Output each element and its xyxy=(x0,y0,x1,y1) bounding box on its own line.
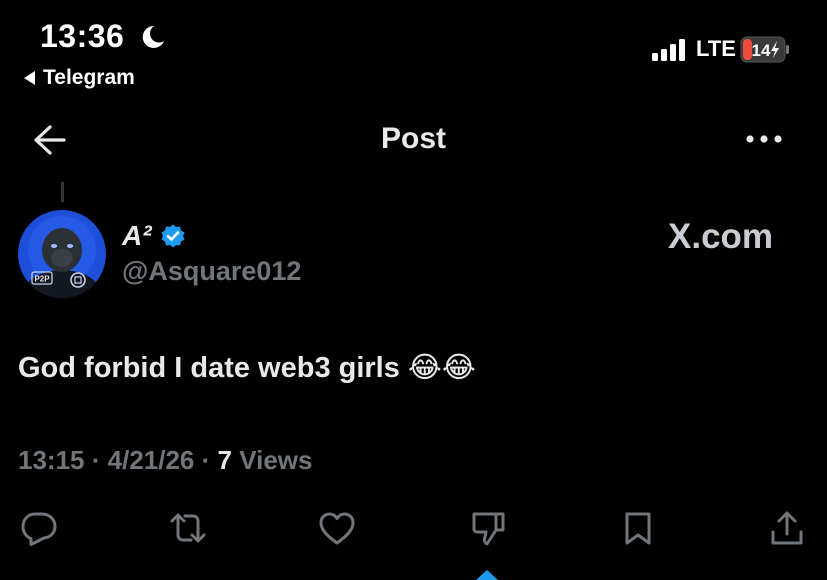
thread-connector-line xyxy=(61,182,64,202)
tab-indicator-caret xyxy=(476,570,498,580)
share-icon xyxy=(771,511,803,545)
back-to-telegram[interactable]: Telegram xyxy=(24,66,135,90)
like-button[interactable] xyxy=(318,509,356,547)
display-name-text: A² xyxy=(122,220,152,251)
heart-icon xyxy=(319,512,355,545)
repost-button[interactable] xyxy=(169,509,207,547)
thumbs-down-icon xyxy=(472,512,505,546)
post-date[interactable]: 4/21/26 xyxy=(108,445,195,475)
x-com-watermark: X.com xyxy=(668,217,774,256)
page-title: Post xyxy=(380,122,446,155)
repost-icon xyxy=(170,513,206,543)
back-triangle-icon xyxy=(24,71,35,85)
meta-separator: · xyxy=(201,445,211,475)
author-handle[interactable]: @Asquare012 xyxy=(122,256,301,287)
more-options-icon[interactable] xyxy=(745,132,783,146)
network-type: LTE xyxy=(696,36,736,61)
post-text: God forbid I date web3 girls 😂😂 xyxy=(18,352,476,384)
share-button[interactable] xyxy=(768,509,806,547)
post-time[interactable]: 13:15 xyxy=(18,445,85,475)
meta-separator: · xyxy=(91,445,101,475)
post-meta: 13:15 · 4/21/26 · 7 Views xyxy=(18,445,312,476)
battery-icon: 14 xyxy=(740,36,790,63)
verified-badge-icon xyxy=(161,224,185,248)
back-app-label: Telegram xyxy=(43,66,135,89)
avatar[interactable]: P2P xyxy=(18,210,106,298)
bookmark-icon xyxy=(625,512,651,545)
signal-icon xyxy=(652,39,685,61)
dislike-button[interactable] xyxy=(469,509,507,547)
status-time: 13:36 xyxy=(40,18,125,54)
views-count: 7 xyxy=(217,445,232,475)
views-label: Views xyxy=(239,445,313,475)
reply-button[interactable] xyxy=(20,509,58,547)
bookmark-button[interactable] xyxy=(619,509,657,547)
battery-level: 14 xyxy=(752,41,771,60)
author-display-name[interactable]: A² xyxy=(122,220,186,252)
moon-icon xyxy=(142,25,164,48)
reply-icon xyxy=(21,512,57,546)
avatar-chest-text: P2P xyxy=(34,275,50,284)
